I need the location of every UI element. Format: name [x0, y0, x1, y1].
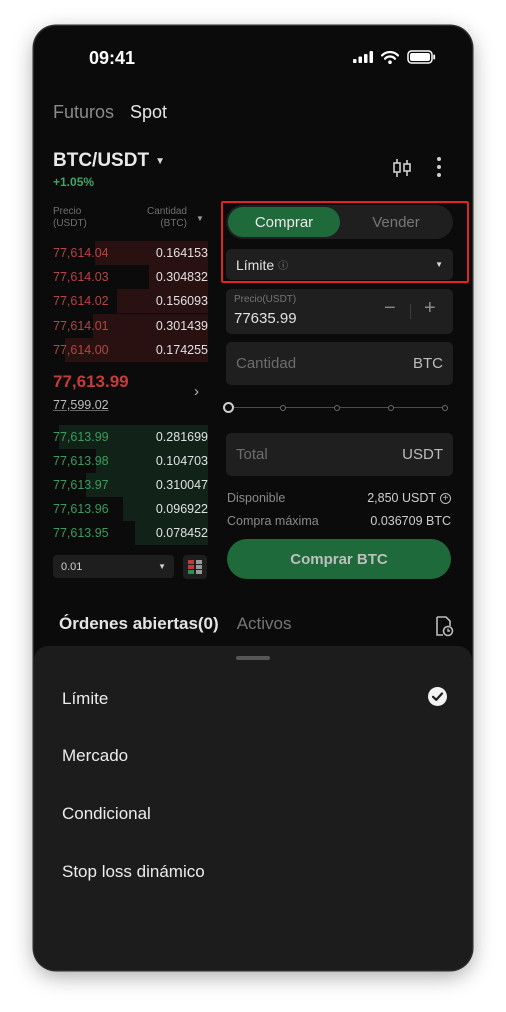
quantity-unit: BTC: [413, 355, 443, 372]
ask-price: 77,614.02: [53, 294, 109, 308]
orderbook-bid-row[interactable]: 77,613.98 0.104703: [53, 449, 208, 473]
bid-qty: 0.104703: [155, 454, 208, 468]
pair-change: +1.05%: [53, 175, 95, 189]
caret-down-icon: ▼: [158, 562, 166, 571]
tab-assets[interactable]: Activos: [237, 614, 292, 634]
max-buy-label: Compra máxima: [227, 514, 319, 528]
market-tabs: Futuros Spot: [53, 102, 167, 123]
orderbook-header-price: Precio (USDT): [53, 206, 87, 229]
pair-symbol: BTC/USDT: [53, 150, 150, 171]
caret-down-icon: ▼: [155, 155, 165, 167]
tab-spot[interactable]: Spot: [130, 102, 167, 123]
sheet-option-market[interactable]: Mercado: [62, 746, 128, 766]
bid-price: 77,613.97: [53, 478, 109, 492]
quantity-placeholder: Cantidad: [236, 355, 297, 372]
orderbook-ask-row[interactable]: 77,614.03 0.304832: [53, 265, 208, 289]
bid-qty: 0.281699: [155, 430, 208, 444]
orderbook-bid-row[interactable]: 77,613.96 0.096922: [53, 497, 208, 521]
plus-icon[interactable]: +: [424, 297, 436, 320]
candlestick-chart-icon[interactable]: [392, 158, 412, 178]
tab-futures[interactable]: Futuros: [53, 102, 114, 123]
ask-qty: 0.301439: [155, 319, 208, 333]
orders-tabs: Órdenes abiertas(0) Activos: [59, 614, 291, 634]
phone-screen: 09:41 Futuros Spot BTC/USDT ▼ +1.05% Pre…: [34, 26, 472, 970]
slider-step-dot[interactable]: [334, 405, 340, 411]
available-value: 2,850 USDT: [367, 491, 436, 505]
orderbook-layout-icon: [188, 560, 202, 574]
ask-price: 77,614.03: [53, 270, 109, 284]
max-buy-value: 0.036709 BTC: [370, 514, 451, 528]
add-funds-icon[interactable]: +: [440, 492, 451, 504]
divider: [410, 304, 411, 319]
orderbook-header-qty: Cantidad (BTC): [146, 206, 187, 229]
orderbook-ask-row[interactable]: 77,614.01 0.301439: [53, 314, 208, 338]
sheet-option-conditional[interactable]: Condicional: [62, 804, 151, 824]
buy-btc-button[interactable]: Comprar BTC: [227, 539, 451, 579]
signal-icon: [353, 51, 373, 63]
bid-qty: 0.096922: [155, 502, 208, 516]
ask-qty: 0.164153: [155, 246, 208, 260]
highlight-box: [221, 201, 469, 283]
max-buy-row: Compra máxima 0.036709 BTC: [227, 514, 451, 528]
bid-price: 77,613.96: [53, 502, 109, 516]
orderbook-bid-row[interactable]: 77,613.99 0.281699: [53, 425, 208, 449]
total-input[interactable]: Total USDT: [226, 433, 453, 476]
orderbook-bid-row[interactable]: 77,613.95 0.078452: [53, 521, 208, 545]
tab-open-orders[interactable]: Órdenes abiertas(0): [59, 614, 219, 634]
bid-qty: 0.078452: [155, 526, 208, 540]
orderbook-ask-row[interactable]: 77,614.02 0.156093: [53, 289, 208, 313]
status-time: 09:41: [89, 48, 136, 68]
sheet-option-trailing-stop[interactable]: Stop loss dinámico: [62, 862, 205, 882]
ask-qty: 0.304832: [155, 270, 208, 284]
bid-price: 77,613.95: [53, 526, 109, 540]
minus-icon[interactable]: −: [384, 297, 396, 320]
amount-slider-handle[interactable]: [223, 402, 234, 413]
depth-step-select[interactable]: 0.01 ▼: [53, 555, 174, 578]
ask-qty: 0.156093: [155, 294, 208, 308]
price-label: Precio(USDT): [234, 294, 297, 305]
orderbook-bid-row[interactable]: 77,613.97 0.310047: [53, 473, 208, 497]
depth-step-value: 0.01: [61, 560, 83, 573]
price-input[interactable]: Precio(USDT) 77635.99 − +: [226, 289, 453, 334]
slider-step-dot[interactable]: [388, 405, 394, 411]
index-price[interactable]: 77,599.02: [53, 398, 109, 412]
ask-price: 77,614.04: [53, 246, 109, 260]
status-icons: [353, 50, 436, 64]
ask-qty: 0.174255: [155, 343, 208, 357]
total-unit: USDT: [402, 446, 443, 463]
pair-selector[interactable]: BTC/USDT ▼: [53, 150, 165, 172]
bid-price: 77,613.99: [53, 430, 109, 444]
caret-down-icon[interactable]: ▼: [196, 214, 204, 223]
ask-price: 77,614.01: [53, 319, 109, 333]
bid-price: 77,613.98: [53, 454, 109, 468]
sheet-drag-handle[interactable]: [236, 656, 270, 660]
battery-icon: [407, 50, 436, 64]
order-type-sheet: Límite Mercado Condicional Stop loss din…: [34, 646, 472, 970]
check-icon: [428, 687, 447, 706]
wifi-icon: [381, 50, 399, 64]
sheet-option-limit[interactable]: Límite: [62, 689, 108, 709]
more-vertical-icon[interactable]: [434, 156, 444, 178]
available-label: Disponible: [227, 491, 286, 505]
bid-qty: 0.310047: [155, 478, 208, 492]
last-price: 77,613.99: [53, 372, 129, 391]
slider-step-dot[interactable]: [280, 405, 286, 411]
total-placeholder: Total: [236, 446, 268, 463]
quantity-input[interactable]: Cantidad BTC: [226, 342, 453, 385]
orderbook-ask-row[interactable]: 77,614.04 0.164153: [53, 241, 208, 265]
orderbook-ask-row[interactable]: 77,614.00 0.174255: [53, 338, 208, 362]
slider-step-dot[interactable]: [442, 405, 448, 411]
order-history-icon[interactable]: [434, 615, 454, 637]
price-value: 77635.99: [234, 310, 297, 327]
orderbook-layout-button[interactable]: [183, 555, 207, 579]
ask-price: 77,614.00: [53, 343, 109, 357]
chevron-right-icon[interactable]: ›: [194, 383, 199, 400]
available-row: Disponible 2,850 USDT +: [227, 491, 451, 505]
